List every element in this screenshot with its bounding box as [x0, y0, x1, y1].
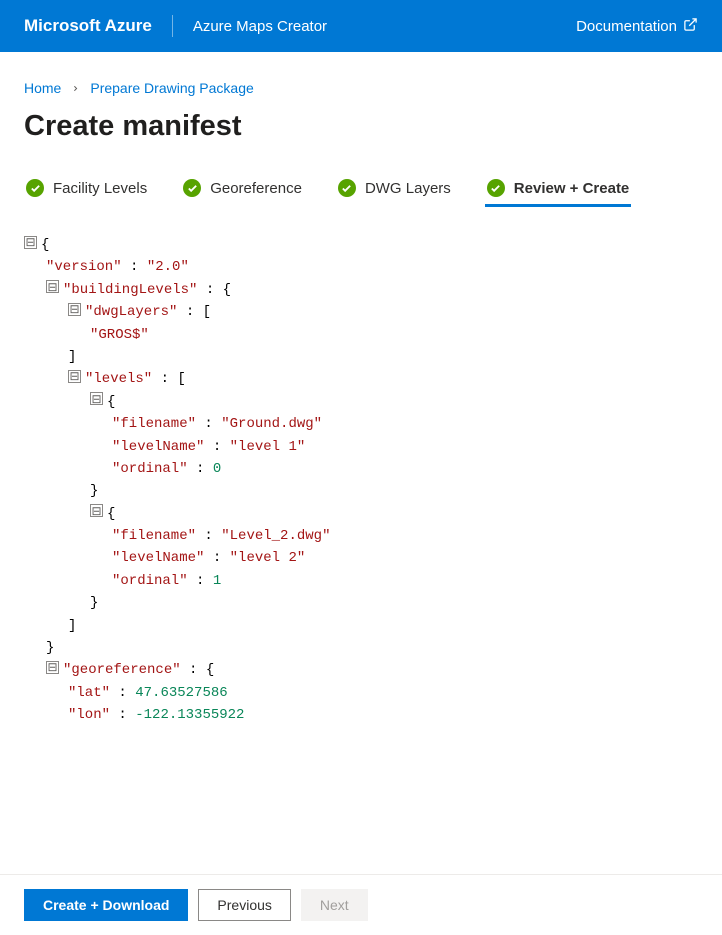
json-lat: 47.63527586	[135, 685, 227, 701]
check-icon	[338, 179, 356, 197]
tab-review-create[interactable]: Review + Create	[485, 173, 631, 207]
json-filename: "Ground.dwg"	[221, 416, 322, 432]
next-button: Next	[301, 889, 368, 921]
check-icon	[183, 179, 201, 197]
breadcrumb-home[interactable]: Home	[24, 80, 61, 96]
tab-label: Georeference	[210, 180, 302, 197]
json-ordinal: 0	[213, 461, 221, 477]
chevron-right-icon	[71, 84, 80, 93]
footer-bar: Create + Download Previous Next	[0, 874, 722, 935]
app-title: Azure Maps Creator	[193, 18, 327, 35]
json-levelname: "level 1"	[230, 439, 306, 455]
collapse-toggle[interactable]: ⊟	[90, 392, 103, 405]
brand-label[interactable]: Microsoft Azure	[24, 16, 152, 36]
breadcrumb-current[interactable]: Prepare Drawing Package	[90, 80, 253, 96]
top-bar: Microsoft Azure Azure Maps Creator Docum…	[0, 0, 722, 52]
collapse-toggle[interactable]: ⊟	[68, 303, 81, 316]
documentation-link[interactable]: Documentation	[576, 17, 698, 36]
tab-georeference[interactable]: Georeference	[181, 173, 304, 207]
wizard-tabs: Facility Levels Georeference DWG Layers …	[24, 173, 698, 208]
collapse-toggle[interactable]: ⊟	[46, 661, 59, 674]
previous-button[interactable]: Previous	[198, 889, 290, 921]
json-version: "2.0"	[147, 259, 189, 275]
collapse-toggle[interactable]: ⊟	[90, 504, 103, 517]
json-preview: ⊟{ "version" : "2.0" ⊟"buildingLevels" :…	[24, 234, 698, 727]
json-lon: -122.13355922	[135, 707, 244, 723]
check-icon	[26, 179, 44, 197]
tab-facility-levels[interactable]: Facility Levels	[24, 173, 149, 207]
collapse-toggle[interactable]: ⊟	[24, 236, 37, 249]
breadcrumb: Home Prepare Drawing Package	[24, 80, 698, 96]
topbar-divider	[172, 15, 173, 37]
collapse-toggle[interactable]: ⊟	[68, 370, 81, 383]
collapse-toggle[interactable]: ⊟	[46, 280, 59, 293]
create-download-button[interactable]: Create + Download	[24, 889, 188, 921]
page-title: Create manifest	[24, 110, 698, 143]
json-filename: "Level_2.dwg"	[221, 528, 330, 544]
external-link-icon	[683, 17, 698, 36]
tab-label: Facility Levels	[53, 180, 147, 197]
json-ordinal: 1	[213, 573, 221, 589]
json-dwg-layer: "GROS$"	[90, 327, 149, 343]
tab-label: DWG Layers	[365, 180, 451, 197]
check-icon	[487, 179, 505, 197]
json-levelname: "level 2"	[230, 550, 306, 566]
tab-label: Review + Create	[514, 180, 629, 197]
tab-dwg-layers[interactable]: DWG Layers	[336, 173, 453, 207]
topbar-left: Microsoft Azure Azure Maps Creator	[24, 15, 327, 37]
documentation-label: Documentation	[576, 18, 677, 35]
